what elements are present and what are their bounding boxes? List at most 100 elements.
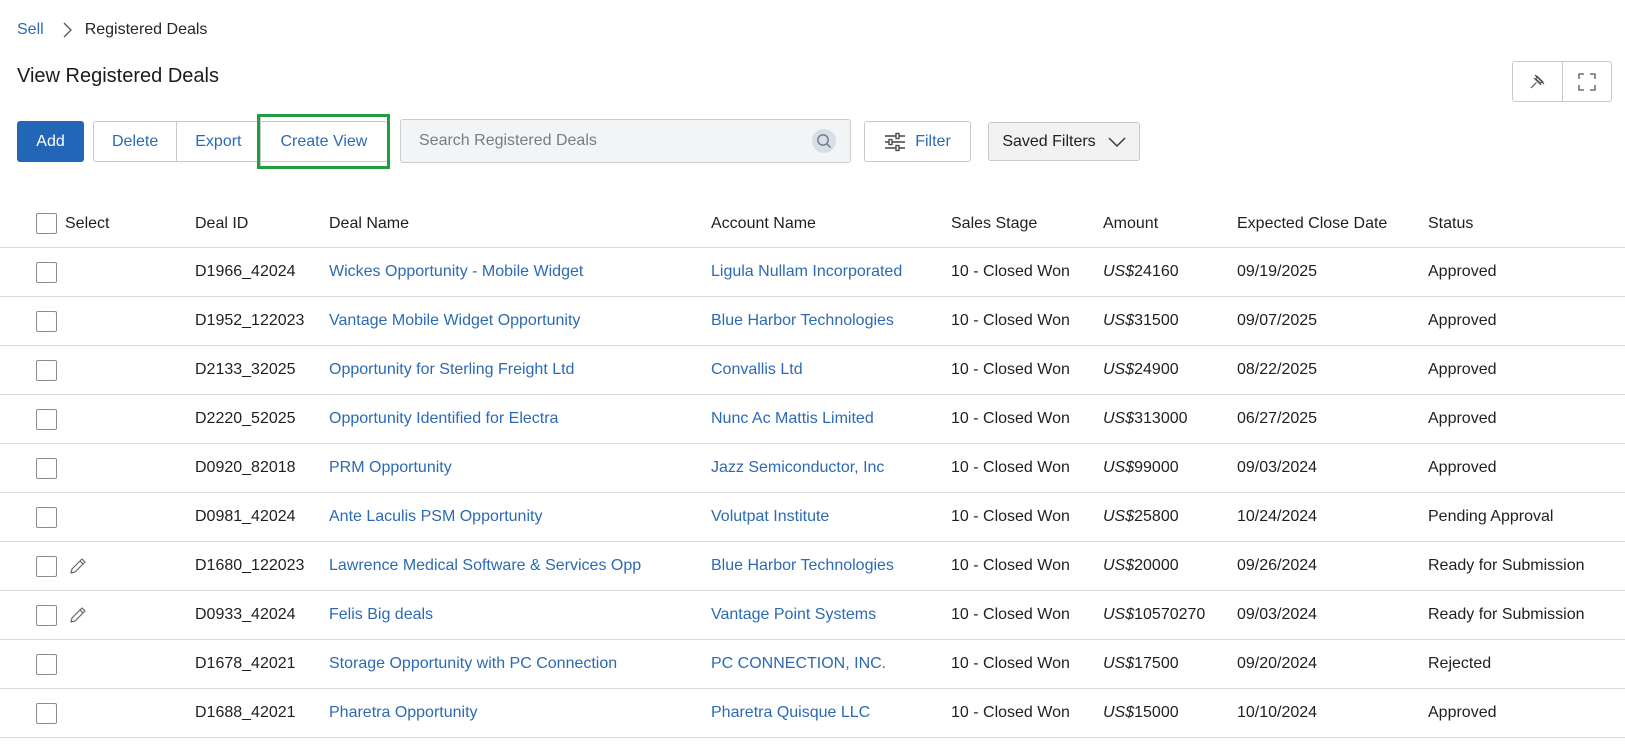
amount: US$ 313000 [1103,395,1188,443]
deal-name-link[interactable]: Ante Laculis PSM Opportunity [329,493,542,541]
account-name-link[interactable]: Convallis Ltd [711,346,803,394]
amount: US$ 15000 [1103,689,1179,737]
row-checkbox[interactable] [36,261,57,283]
currency-code: US$ [1103,459,1135,476]
deal-id: D1966_42024 [195,263,296,280]
expected-close-date: 06/27/2025 [1237,410,1318,427]
row-checkbox[interactable] [36,408,57,430]
status: Pending Approval [1428,508,1554,525]
deal-id: D1678_42021 [195,655,296,672]
status: Approved [1428,263,1497,280]
row-checkbox[interactable] [36,555,57,577]
expected-close-date: 09/07/2025 [1237,312,1318,329]
deal-name-link[interactable]: PRM Opportunity [329,444,452,492]
header-status[interactable]: Status [1428,200,1473,247]
delete-button[interactable]: Delete [94,122,176,161]
account-name-link[interactable]: PC CONNECTION, INC. [711,640,886,688]
status: Ready for Submission [1428,606,1585,623]
sales-stage: 10 - Closed Won [951,508,1070,525]
row-checkbox[interactable] [36,702,57,724]
amount: US$ 99000 [1103,444,1179,492]
toolbar: Add Delete Export Create View Filter Sav… [0,0,1625,175]
deal-name-link[interactable]: Wickes Opportunity - Mobile Widget [329,248,583,296]
header-deal-name[interactable]: Deal Name [329,200,409,247]
deal-name-link[interactable]: Felis Big deals [329,591,433,639]
table-row[interactable]: D1952_122023 Vantage Mobile Widget Opport… [0,297,1625,346]
account-name-link[interactable]: Nunc Ac Mattis Limited [711,395,874,443]
deal-id: D2133_32025 [195,361,296,378]
deal-name-link[interactable]: Opportunity Identified for Electra [329,395,558,443]
header-sales-stage[interactable]: Sales Stage [951,200,1037,247]
expected-close-date: 08/22/2025 [1237,361,1318,378]
deal-name-link[interactable]: Vantage Mobile Widget Opportunity [329,297,580,345]
table-row[interactable]: D0933_42024 Felis Big deals Vantage Point … [0,591,1625,640]
row-checkbox[interactable] [36,604,57,626]
pencil-icon[interactable] [68,591,88,639]
currency-code: US$ [1103,263,1135,280]
status: Approved [1428,704,1497,721]
amount-value: 313000 [1134,410,1188,427]
table-row[interactable]: D2220_52025 Opportunity Identified for El… [0,395,1625,444]
account-name-link[interactable]: Volutpat Institute [711,493,829,541]
status: Approved [1428,459,1497,476]
deals-table: Select Deal ID Deal Name Account Name Sa… [0,200,1625,738]
search-box [400,119,851,163]
sales-stage: 10 - Closed Won [951,410,1070,427]
sliders-icon [885,132,906,151]
amount-value: 10570270 [1134,606,1206,623]
search-input[interactable] [401,132,812,150]
header-account-name[interactable]: Account Name [711,200,816,247]
table-row[interactable]: D1688_42021 Pharetra Opportunity Pharetra … [0,689,1625,738]
create-view-button[interactable]: Create View [256,114,391,169]
table-header-row: Select Deal ID Deal Name Account Name Sa… [0,200,1625,248]
account-name-link[interactable]: Ligula Nullam Incorporated [711,248,902,296]
header-expected-close-date[interactable]: Expected Close Date [1237,200,1387,247]
currency-code: US$ [1103,361,1135,378]
row-checkbox[interactable] [36,653,57,675]
filter-button[interactable]: Filter [864,121,971,162]
select-all-checkbox[interactable] [36,213,57,234]
add-button[interactable]: Add [17,121,84,162]
table-row[interactable]: D1680_122023 Lawrence Medical Software & … [0,542,1625,591]
saved-filters-dropdown[interactable]: Saved Filters [988,122,1140,161]
table-row[interactable]: D2133_32025 Opportunity for Sterling Frei… [0,346,1625,395]
export-button[interactable]: Export [176,122,259,161]
account-name-link[interactable]: Blue Harbor Technologies [711,297,894,345]
chevron-down-icon [1108,137,1126,147]
currency-code: US$ [1103,606,1135,623]
currency-code: US$ [1103,508,1135,525]
account-name-link[interactable]: Jazz Semiconductor, Inc [711,444,884,492]
table-row[interactable]: D1678_42021 Storage Opportunity with PC C… [0,640,1625,689]
account-name-link[interactable]: Pharetra Quisque LLC [711,689,870,737]
amount: US$ 17500 [1103,640,1179,688]
pencil-icon[interactable] [68,542,88,590]
sales-stage: 10 - Closed Won [951,557,1070,574]
deal-name-link[interactable]: Pharetra Opportunity [329,689,478,737]
header-deal-id[interactable]: Deal ID [195,200,248,247]
account-name-link[interactable]: Blue Harbor Technologies [711,542,894,590]
deal-id: D0920_82018 [195,459,296,476]
search-icon[interactable] [812,129,836,153]
deal-id: D1680_122023 [195,557,305,574]
row-checkbox[interactable] [36,359,57,381]
deal-name-link[interactable]: Lawrence Medical Software & Services Opp [329,542,641,590]
row-checkbox[interactable] [36,457,57,479]
filter-label: Filter [915,132,951,150]
row-checkbox[interactable] [36,310,57,332]
table-row[interactable]: D0920_82018 PRM Opportunity Jazz Semicondu… [0,444,1625,493]
header-amount[interactable]: Amount [1103,200,1158,247]
sales-stage: 10 - Closed Won [951,704,1070,721]
amount-value: 25800 [1134,508,1179,525]
status: Approved [1428,410,1497,427]
header-select: Select [65,214,110,232]
currency-code: US$ [1103,410,1135,427]
row-checkbox[interactable] [36,506,57,528]
deal-name-link[interactable]: Opportunity for Sterling Freight Ltd [329,346,574,394]
status: Rejected [1428,655,1492,672]
deal-name-link[interactable]: Storage Opportunity with PC Connection [329,640,617,688]
amount-value: 17500 [1134,655,1179,672]
table-row[interactable]: D0981_42024 Ante Laculis PSM Opportunity V… [0,493,1625,542]
account-name-link[interactable]: Vantage Point Systems [711,591,876,639]
expected-close-date: 09/20/2024 [1237,655,1318,672]
table-row[interactable]: D1966_42024 Wickes Opportunity - Mobile W… [0,248,1625,297]
